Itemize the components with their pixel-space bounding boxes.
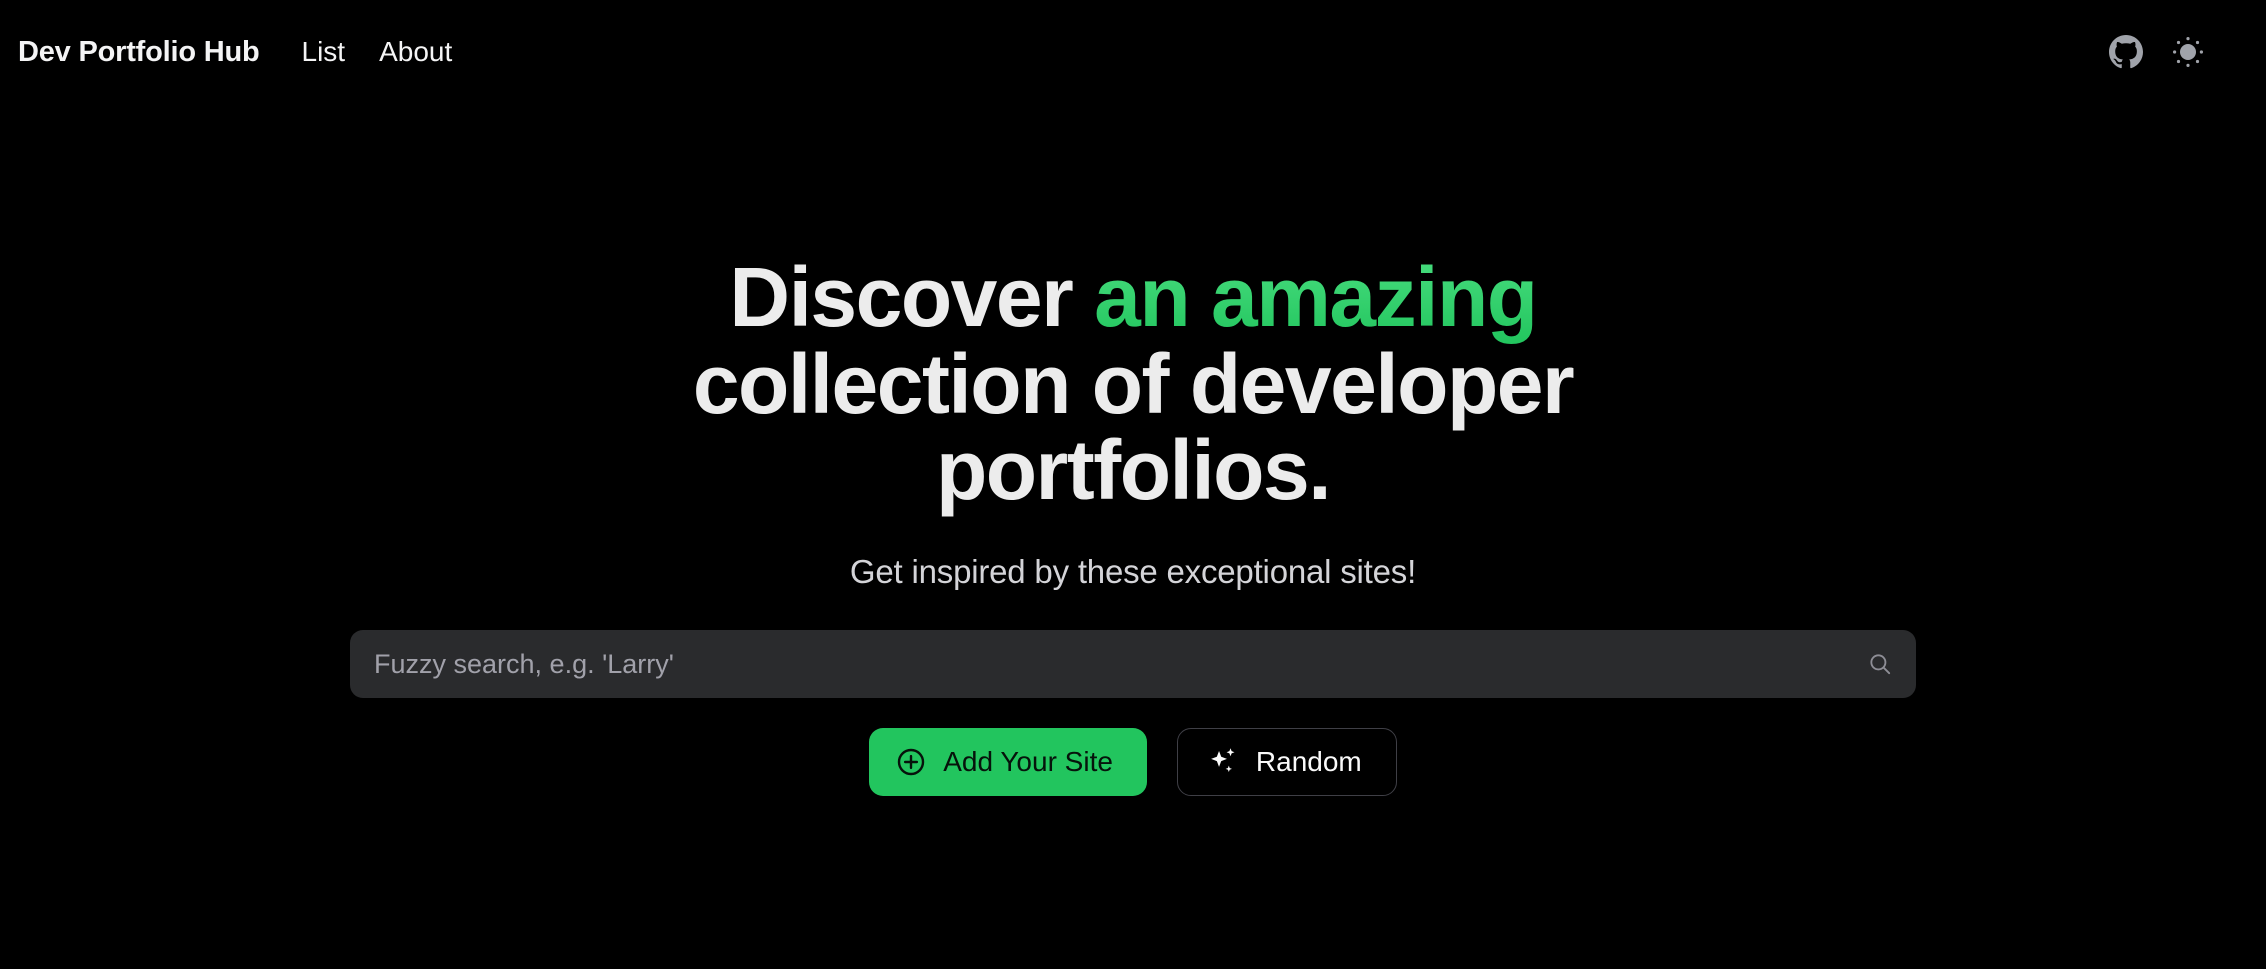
search-icon[interactable] bbox=[1866, 650, 1894, 678]
plus-circle-icon bbox=[895, 746, 927, 778]
nav-link-list[interactable]: List bbox=[302, 38, 346, 66]
search-bar bbox=[350, 630, 1916, 699]
sparkles-icon bbox=[1206, 745, 1240, 779]
headline-accent-text: an amazing bbox=[1094, 250, 1538, 344]
add-your-site-button[interactable]: Add Your Site bbox=[869, 728, 1147, 797]
headline-text-trailing: collection of developer portfolios. bbox=[692, 336, 1575, 518]
page-title: Discover an amazing collection of develo… bbox=[633, 254, 1633, 514]
site-logo-title[interactable]: Dev Portfolio Hub bbox=[18, 37, 260, 67]
random-button[interactable]: Random bbox=[1176, 728, 1397, 797]
nav-links: List About bbox=[302, 38, 453, 66]
hero-action-buttons: Add Your Site Random bbox=[869, 728, 1397, 797]
hero-section: Discover an amazing collection of develo… bbox=[0, 104, 2266, 797]
github-link-button[interactable] bbox=[2106, 32, 2146, 72]
sun-icon bbox=[2170, 34, 2206, 70]
add-your-site-label: Add Your Site bbox=[943, 746, 1113, 778]
theme-toggle-button[interactable] bbox=[2168, 32, 2208, 72]
nav-link-about[interactable]: About bbox=[379, 38, 452, 66]
github-icon bbox=[2109, 35, 2143, 69]
random-label: Random bbox=[1255, 746, 1362, 778]
search-input[interactable] bbox=[350, 630, 1916, 699]
headline-text-leading: Discover bbox=[729, 250, 1095, 344]
top-navigation-bar: Dev Portfolio Hub List About bbox=[0, 0, 2266, 104]
page-subtitle: Get inspired by these exceptional sites! bbox=[849, 552, 1417, 590]
nav-actions bbox=[2106, 32, 2238, 72]
